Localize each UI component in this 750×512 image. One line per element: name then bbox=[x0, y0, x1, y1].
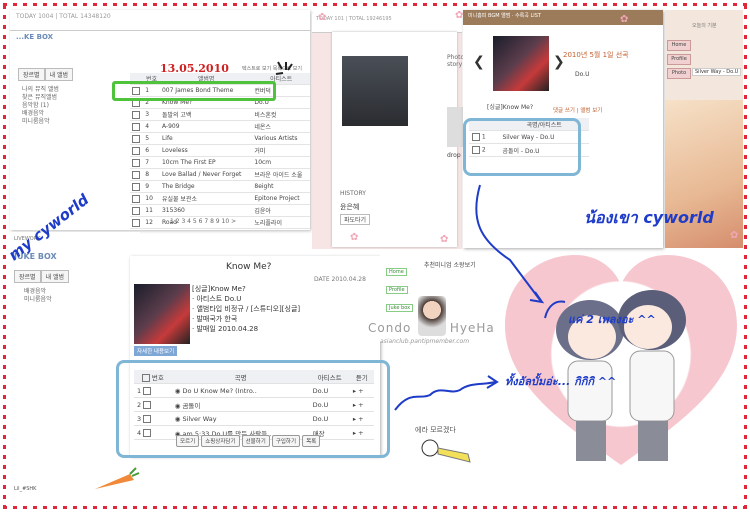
blossom-icon: ✿ bbox=[620, 14, 629, 25]
blossom-icon: ✿ bbox=[455, 10, 464, 21]
blossom-icon: ✿ bbox=[730, 230, 739, 241]
doodle-figure-icon bbox=[421, 439, 471, 463]
blossom-icon: ✿ bbox=[440, 234, 449, 245]
blossom-icon: ✿ bbox=[350, 232, 359, 243]
annotation-arrows bbox=[394, 184, 566, 411]
blossom-icon: ✿ bbox=[318, 12, 327, 23]
arrow-to-album-icon bbox=[394, 381, 496, 411]
arrow-to-heart-icon bbox=[475, 184, 541, 301]
